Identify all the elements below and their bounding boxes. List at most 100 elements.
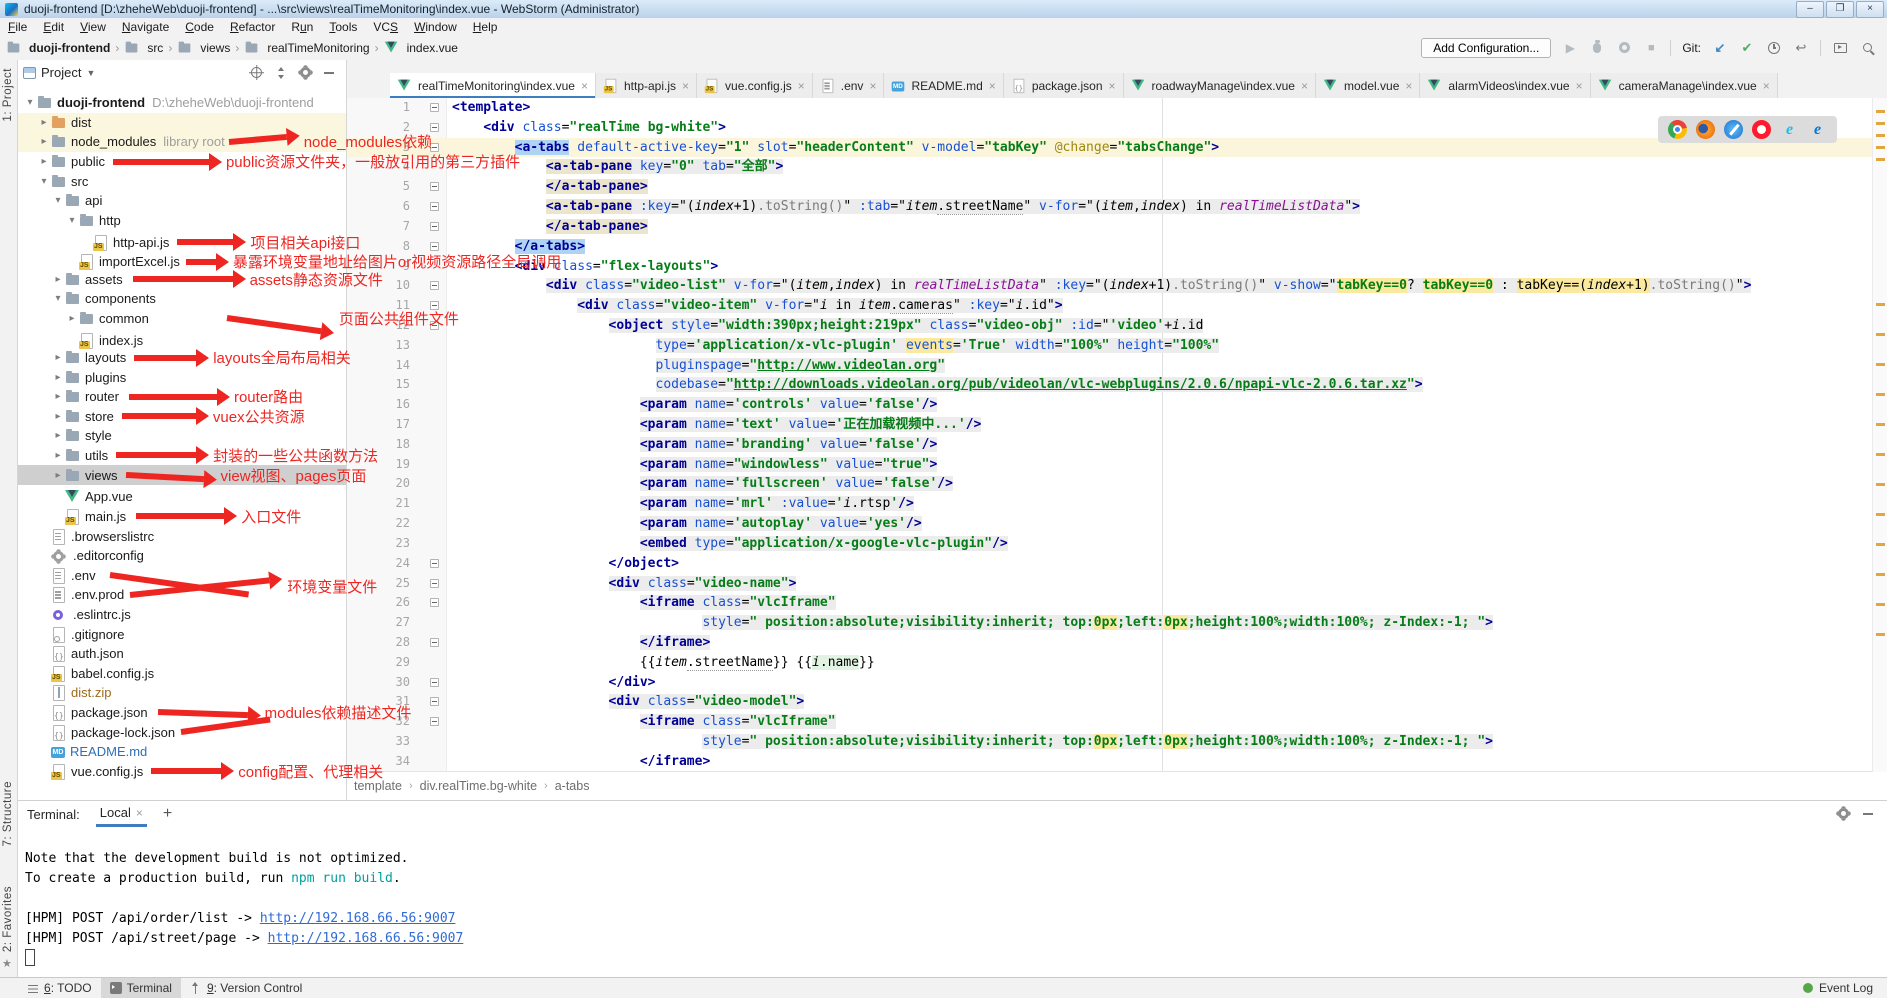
tree-item-http[interactable]: ▾http [17,211,346,231]
code-line-12[interactable]: 12 <object style="width:390px;height:219… [346,316,1873,336]
fold-icon[interactable] [430,598,439,607]
tree-item-views[interactable]: ▸viewsview视图、pages页面 [17,465,346,485]
code-line-4[interactable]: 4 <a-tab-pane key="0" tab="全部"> [346,157,1873,177]
collapse-all-icon[interactable] [275,67,287,79]
code-line-7[interactable]: 7 </a-tab-pane> [346,217,1873,237]
chevron-right-icon[interactable]: ▸ [37,136,51,147]
menu-refactor[interactable]: Refactor [222,20,283,34]
git-commit-icon[interactable]: ✔ [1739,40,1755,56]
breadcrumb-div.realTime.bg-white[interactable]: div.realTime.bg-white [420,779,537,793]
ie-icon[interactable]: e [1780,120,1799,139]
locate-file-icon[interactable] [251,67,262,78]
close-tab-icon[interactable]: × [1763,79,1770,93]
tree-item-.env.prod[interactable]: .env.prod环境变量文件 [17,583,346,603]
code-line-29[interactable]: 29 {{item.streetName}} {{i.name}} [346,653,1873,673]
code-line-20[interactable]: 20 <param name='fullscreen' value='false… [346,474,1873,494]
tool-window-structure[interactable]: 7: Structure [2,781,14,846]
tree-item-main.js[interactable]: main.js入口文件 [17,504,346,524]
terminal-link[interactable]: http://192.168.66.56:9007 [260,911,456,926]
close-tab-icon[interactable]: × [989,79,996,93]
fold-icon[interactable] [430,123,439,132]
terminal-output[interactable]: Note that the development build is not o… [17,827,1887,969]
fold-icon[interactable] [430,182,439,191]
tab-cameraManage\index.vue[interactable]: cameraManage\index.vue× [1591,73,1778,98]
code-line-33[interactable]: 33 style=" position:absolute;visibility:… [346,732,1873,752]
fold-icon[interactable] [430,242,439,251]
history-icon[interactable] [1766,40,1782,56]
fold-icon[interactable] [430,559,439,568]
code-line-6[interactable]: 6 <a-tab-pane :key="(index+1).toString()… [346,197,1873,217]
tab-alarmVideos\index.vue[interactable]: alarmVideos\index.vue× [1420,73,1590,98]
close-tab-icon[interactable]: × [1576,79,1583,93]
code-line-9[interactable]: 9 <div class="flex-layouts"> [346,257,1873,277]
breadcrumb-a-tabs[interactable]: a-tabs [555,779,590,793]
fold-icon[interactable] [430,222,439,231]
code-line-18[interactable]: 18 <param name='branding' value='false'/… [346,435,1873,455]
profile-icon[interactable] [1616,40,1632,56]
tree-item-layouts[interactable]: ▸layoutslayouts全局布局相关 [17,348,346,368]
tab-realTimeMonitoring\index.vue[interactable]: realTimeMonitoring\index.vue× [390,73,596,98]
tree-item-api[interactable]: ▾api [17,191,346,211]
menu-navigate[interactable]: Navigate [114,20,177,34]
chevron-right-icon[interactable]: ▸ [51,391,65,402]
menu-vcs[interactable]: VCS [365,20,406,34]
hide-panel-icon[interactable] [324,72,334,74]
tree-item-src[interactable]: ▾src [17,171,346,191]
terminal-hide-icon[interactable] [1863,813,1873,815]
tree-item-http-api.js[interactable]: http-api.js项目相关api接口 [17,230,346,250]
run-icon[interactable]: ▶ [1562,40,1578,56]
code-line-11[interactable]: 11 <div class="video-item" v-for="i in i… [346,296,1873,316]
code-line-15[interactable]: 15 codebase="http://downloads.videolan.o… [346,375,1873,395]
tool-window-favorites[interactable]: 2: Favorites [2,886,14,952]
code-line-16[interactable]: 16 <param name='controls' value='false'/… [346,395,1873,415]
close-tab-icon[interactable]: × [581,79,588,93]
code-line-25[interactable]: 25 <div class="video-name"> [346,574,1873,594]
tree-item-README.md[interactable]: README.md [17,740,346,760]
edge-icon[interactable]: e [1808,120,1827,139]
chevron-down-icon[interactable]: ▾ [23,97,37,108]
code-line-22[interactable]: 22 <param name='autoplay' value='yes'/> [346,514,1873,534]
tree-item-babel.config.js[interactable]: babel.config.js [17,661,346,681]
tab-vue.config.js[interactable]: vue.config.js× [697,73,813,98]
menu-file[interactable]: File [0,20,35,34]
tree-item-components[interactable]: ▾components [17,289,346,309]
chevron-down-icon[interactable]: ▾ [51,195,65,206]
stop-icon[interactable]: ■ [1643,40,1659,56]
code-line-17[interactable]: 17 <param name='text' value='正在加载视频中...'… [346,415,1873,435]
code-line-27[interactable]: 27 style=" position:absolute;visibility:… [346,613,1873,633]
code-line-13[interactable]: 13 type='application/x-vlc-plugin' event… [346,336,1873,356]
fold-icon[interactable] [430,202,439,211]
close-button[interactable]: × [1856,1,1884,18]
opera-icon[interactable] [1752,120,1771,139]
menu-window[interactable]: Window [406,20,465,34]
tree-item-App.vue[interactable]: App.vue [17,485,346,505]
rollback-icon[interactable]: ↩ [1793,40,1809,56]
code-line-32[interactable]: 32 <iframe class="vlcIframe" [346,712,1873,732]
chevron-right-icon[interactable]: ▸ [51,411,65,422]
chevron-right-icon[interactable]: ▸ [65,313,79,324]
tree-item-style[interactable]: ▸style [17,426,346,446]
chevron-down-icon[interactable]: ▾ [65,215,79,226]
close-tab-icon[interactable]: × [1301,79,1308,93]
tree-item-common[interactable]: ▸common页面公共组件文件 [17,309,346,329]
git-update-icon[interactable]: ↙ [1712,40,1728,56]
tree-item-dist.zip[interactable]: dist.zip [17,681,346,701]
code-editor[interactable]: 1<template>2 <div class="realTime bg-whi… [346,98,1873,772]
chevron-right-icon[interactable]: ▸ [37,117,51,128]
code-line-21[interactable]: 21 <param name='mrl' :value='i.rtsp'/> [346,494,1873,514]
code-line-31[interactable]: 31 <div class="video-model"> [346,692,1873,712]
code-line-8[interactable]: 8 </a-tabs> [346,237,1873,257]
tab-README.md[interactable]: README.md× [884,73,1003,98]
search-everywhere-icon[interactable] [1859,40,1875,56]
tree-item-duoji-frontend[interactable]: ▾duoji-frontendD:\zheheWeb\duoji-fronten… [17,93,346,113]
tree-item-index.js[interactable]: index.js [17,328,346,348]
tool-window-project[interactable]: 1: Project [2,68,14,122]
add-configuration-button[interactable]: Add Configuration... [1421,38,1551,58]
chevron-down-icon[interactable]: ▾ [37,176,51,187]
chevron-right-icon[interactable]: ▸ [51,274,65,285]
tab-package.json[interactable]: package.json× [1004,73,1124,98]
tab-roadwayManage\index.vue[interactable]: roadwayManage\index.vue× [1124,73,1316,98]
close-tab-icon[interactable]: × [1405,79,1412,93]
gear-icon[interactable] [300,67,311,78]
tree-item-node_modules[interactable]: ▸node_moduleslibrary rootnode_modules依赖 [17,132,346,152]
